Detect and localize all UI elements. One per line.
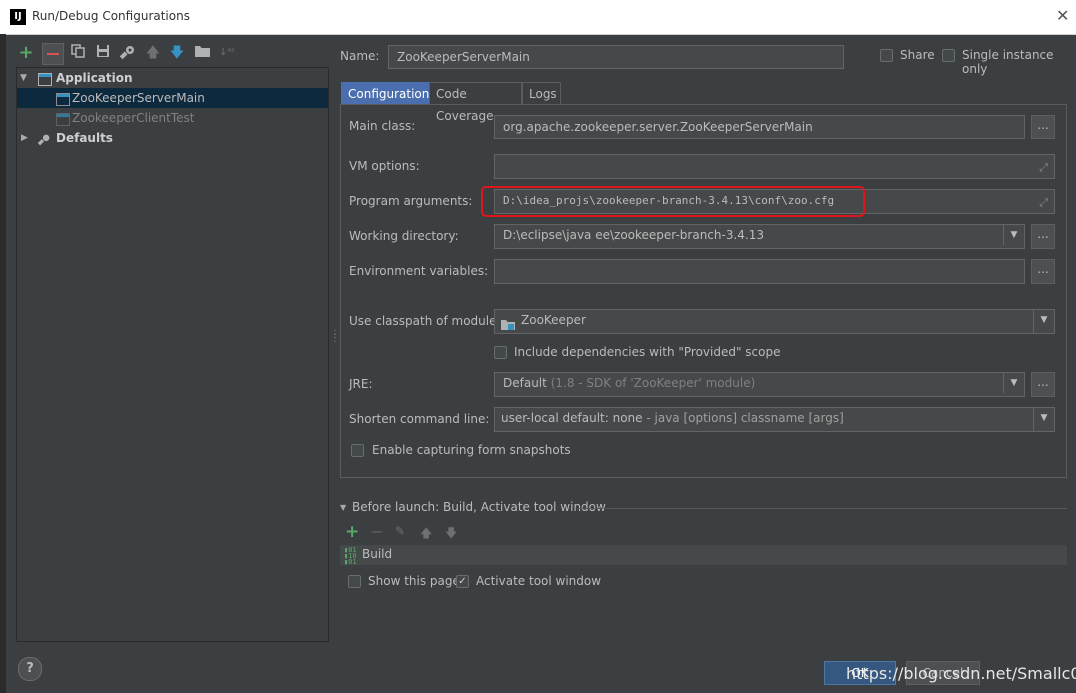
shorten-command-value: user-local default: none <box>501 411 643 425</box>
jre-combo[interactable]: Default (1.8 - SDK of 'ZooKeeper' module… <box>494 372 1025 397</box>
jre-hint: (1.8 - SDK of 'ZooKeeper' module) <box>550 376 756 390</box>
tab-logs[interactable]: Logs <box>522 82 561 104</box>
help-icon[interactable]: ? <box>18 657 42 681</box>
wrench-icon[interactable] <box>119 44 137 62</box>
save-icon[interactable] <box>94 44 112 62</box>
tree-item-label: ZooKeeperServerMain <box>72 91 205 105</box>
classpath-module-combo[interactable]: ZooKeeper ▼ <box>494 309 1055 334</box>
include-provided-label: Include dependencies with "Provided" sco… <box>514 345 781 359</box>
folder-icon[interactable] <box>193 44 211 62</box>
classpath-module-label: Use classpath of module: <box>349 314 501 328</box>
show-this-page-checkbox[interactable] <box>348 575 361 588</box>
collapsed-arrow-icon[interactable]: ▶ <box>21 128 28 148</box>
tab-configuration[interactable]: Configuration <box>341 82 429 104</box>
expanded-arrow-icon[interactable]: ▼ <box>20 68 27 88</box>
form-snapshots-checkbox[interactable] <box>351 444 364 457</box>
splitter-grip[interactable]: ⋮ ⋮ <box>330 330 340 344</box>
watermark-text: https://blog.csdn.net/Smallc0de <box>846 664 1076 683</box>
highlight-annotation <box>481 186 865 217</box>
working-directory-combo[interactable]: D:\eclipse\java ee\zookeeper-branch-3.4.… <box>494 224 1025 249</box>
environment-variables-input[interactable] <box>494 259 1025 284</box>
environment-variables-browse-button[interactable]: ... <box>1031 259 1055 284</box>
jre-label: JRE: <box>349 377 373 391</box>
form-snapshots-label: Enable capturing form snapshots <box>372 443 571 457</box>
build-icon: ▮01 ▮10 ▮01 <box>344 546 357 566</box>
working-directory-label: Working directory: <box>349 229 459 243</box>
single-instance-label: Single instance only <box>962 48 1054 76</box>
configuration-tree: ▼ Application ZooKeeperServerMain Zookee… <box>16 67 329 642</box>
module-folder-icon <box>501 316 515 333</box>
tree-item-zookeeperservermain[interactable]: ZooKeeperServerMain <box>17 88 328 108</box>
shorten-command-label: Shorten command line: <box>349 412 490 426</box>
vm-options-label: VM options: <box>349 159 420 173</box>
tree-label-application: Application <box>56 71 133 85</box>
before-launch-task-row[interactable]: ▮01 ▮10 ▮01 Build <box>340 545 1067 566</box>
name-label: Name: <box>340 49 380 63</box>
wrench-icon <box>37 132 50 146</box>
environment-variables-label: Environment variables: <box>349 264 489 278</box>
tree-label-defaults: Defaults <box>56 131 113 145</box>
move-task-down-icon[interactable]: 🡇 <box>445 524 457 545</box>
include-provided-checkbox[interactable] <box>494 346 507 359</box>
remove-task-icon[interactable]: − <box>370 522 383 541</box>
dropdown-arrow-icon[interactable]: ▼ <box>1033 408 1054 431</box>
collapse-arrow-icon[interactable]: ▼ <box>340 503 346 512</box>
dropdown-arrow-icon[interactable]: ▼ <box>1003 373 1024 393</box>
main-class-label: Main class: <box>349 119 416 133</box>
application-config-icon <box>56 93 70 106</box>
arrow-up-icon[interactable]: 🡅 <box>144 44 162 62</box>
show-this-page-label: Show this page <box>368 574 460 588</box>
shorten-command-hint: - java [options] classname [args] <box>646 411 844 425</box>
dropdown-arrow-icon[interactable]: ▼ <box>1003 225 1024 245</box>
expand-icon[interactable]: ⤢ <box>1039 158 1048 178</box>
jre-browse-button[interactable]: ... <box>1031 372 1055 397</box>
shorten-command-combo[interactable]: user-local default: none - java [options… <box>494 407 1055 432</box>
name-input[interactable]: ZooKeeperServerMain <box>388 45 844 69</box>
jre-value: Default <box>503 376 547 390</box>
remove-icon-bar <box>47 53 59 55</box>
remove-icon[interactable] <box>42 43 64 65</box>
tab-code-coverage[interactable]: Code Coverage <box>429 82 522 123</box>
copy-icon[interactable] <box>69 44 87 62</box>
tree-node-application[interactable]: ▼ Application <box>17 68 328 88</box>
title-bar: IJ Run/Debug Configurations ✕ <box>0 0 1076 35</box>
share-label: Share <box>900 48 935 62</box>
application-icon <box>38 73 52 86</box>
activate-tool-window-label: Activate tool window <box>476 574 602 588</box>
build-task-label: Build <box>362 547 393 561</box>
add-task-icon[interactable]: + <box>345 522 359 542</box>
program-arguments-label: Program arguments: <box>349 194 473 208</box>
add-icon[interactable]: + <box>17 44 35 62</box>
working-directory-browse-button[interactable]: ... <box>1031 224 1055 249</box>
background-window-edge <box>0 34 6 693</box>
tree-item-zookeeperclienttest[interactable]: ZookeeperClientTest <box>17 108 328 128</box>
intellij-app-icon: IJ <box>10 9 26 25</box>
close-icon[interactable]: ✕ <box>1056 6 1069 25</box>
tree-node-defaults[interactable]: ▶ Defaults <box>17 128 328 148</box>
vm-options-input[interactable]: ⤢ <box>494 154 1055 179</box>
before-launch-title: Before launch: Build, Activate tool wind… <box>352 500 606 514</box>
working-directory-value: D:\eclipse\java ee\zookeeper-branch-3.4.… <box>503 228 765 242</box>
classpath-module-value: ZooKeeper <box>521 313 586 327</box>
move-task-up-icon[interactable]: 🡅 <box>420 524 432 545</box>
edit-task-icon[interactable]: ✎ <box>395 524 405 538</box>
dropdown-arrow-icon[interactable]: ▼ <box>1033 310 1054 333</box>
activate-tool-window-checkbox[interactable]: ✓ <box>456 575 469 588</box>
main-class-browse-button[interactable]: ... <box>1031 115 1055 139</box>
application-config-icon <box>56 113 70 126</box>
arrow-down-icon[interactable]: 🡇 <box>168 44 186 62</box>
expand-icon[interactable]: ⤢ <box>1039 193 1048 213</box>
sort-icon[interactable]: ↓ᵃᶻ <box>218 44 236 62</box>
main-class-input[interactable]: org.apache.zookeeper.server.ZooKeeperSer… <box>494 115 1025 139</box>
single-instance-checkbox[interactable] <box>942 49 955 62</box>
tree-item-label: ZookeeperClientTest <box>72 111 195 125</box>
separator-line <box>577 508 1067 509</box>
window-title: Run/Debug Configurations <box>32 9 190 23</box>
share-checkbox[interactable] <box>880 49 893 62</box>
